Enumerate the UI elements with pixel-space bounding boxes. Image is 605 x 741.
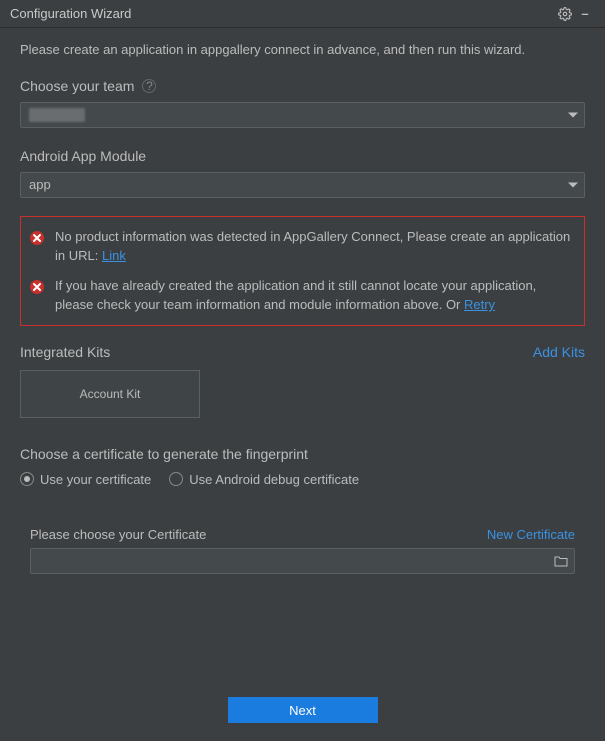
minimize-icon[interactable]: – xyxy=(575,4,595,24)
cert-radio-group: Use your certificate Use Android debug c… xyxy=(20,472,585,487)
window-title: Configuration Wizard xyxy=(10,6,555,21)
team-dropdown[interactable] xyxy=(20,102,585,128)
next-button[interactable]: Next xyxy=(228,697,378,723)
chevron-down-icon xyxy=(568,182,578,187)
radio-use-your-certificate[interactable]: Use your certificate xyxy=(20,472,151,487)
radio-icon xyxy=(169,472,183,486)
help-icon[interactable]: ? xyxy=(142,79,156,93)
new-certificate-link[interactable]: New Certificate xyxy=(487,527,575,542)
module-dropdown[interactable]: app xyxy=(20,172,585,198)
module-label: Android App Module xyxy=(20,148,585,164)
error-item: If you have already created the applicat… xyxy=(29,276,574,315)
team-value-redacted xyxy=(29,108,85,122)
team-label: Choose your team ? xyxy=(20,78,585,94)
module-value: app xyxy=(29,177,51,192)
error-icon xyxy=(29,230,45,246)
error-icon xyxy=(29,279,45,295)
add-kits-link[interactable]: Add Kits xyxy=(533,344,585,360)
kits-header: Integrated Kits Add Kits xyxy=(20,344,585,360)
radio-icon xyxy=(20,472,34,486)
cert-section-label: Choose a certificate to generate the fin… xyxy=(20,446,585,462)
retry-link[interactable]: Retry xyxy=(464,297,495,312)
gear-icon[interactable] xyxy=(555,4,575,24)
error-item: No product information was detected in A… xyxy=(29,227,574,266)
kit-chip[interactable]: Account Kit xyxy=(20,370,200,418)
error-text: No product information was detected in A… xyxy=(55,227,574,266)
error-text: If you have already created the applicat… xyxy=(55,276,574,315)
error-box: No product information was detected in A… xyxy=(20,216,585,326)
chevron-down-icon xyxy=(568,112,578,117)
cert-choose-label: Please choose your Certificate xyxy=(30,527,206,542)
cert-row: Please choose your Certificate New Certi… xyxy=(30,527,575,542)
intro-text: Please create an application in appgalle… xyxy=(20,40,585,60)
certificate-path-input[interactable] xyxy=(30,548,575,574)
titlebar: Configuration Wizard – xyxy=(0,0,605,28)
footer: Next xyxy=(0,697,605,723)
link-url[interactable]: Link xyxy=(102,248,126,263)
radio-use-debug-certificate[interactable]: Use Android debug certificate xyxy=(169,472,359,487)
folder-icon[interactable] xyxy=(554,555,568,567)
kits-label: Integrated Kits xyxy=(20,344,110,360)
